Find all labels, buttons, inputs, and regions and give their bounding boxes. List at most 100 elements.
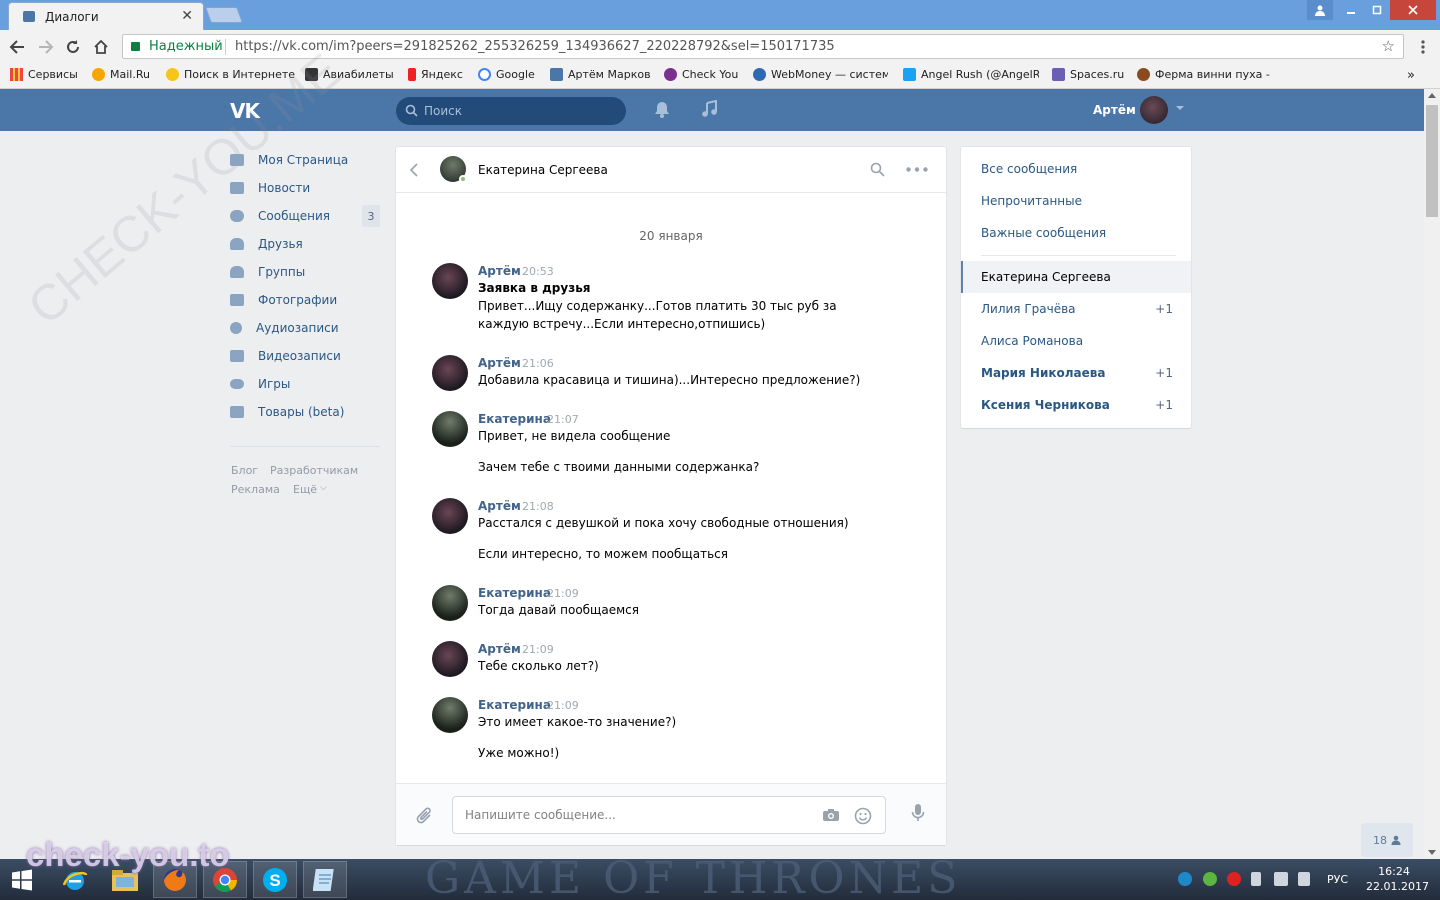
bookmark-twitter[interactable]: Angel Rush (@AngelR <box>903 68 1039 81</box>
sidebar-item-news[interactable]: Новости <box>230 177 380 199</box>
message-author[interactable]: Екатерина <box>478 412 551 426</box>
message-text: Заявка в друзья <box>478 281 591 295</box>
chat-panel: Екатерина Сергеева 20 января Артём 20:53… <box>396 147 946 845</box>
chevron-down-icon[interactable]: ⌵ <box>320 483 327 493</box>
footer-link-ads[interactable]: Реклама <box>231 483 280 496</box>
system-clock[interactable]: 16:24 22.01.2017 <box>1366 864 1429 894</box>
filter-all-messages[interactable]: Все сообщения <box>981 162 1077 176</box>
new-tab-button[interactable] <box>205 7 243 23</box>
sidebar-item-messages[interactable]: Сообщения 3 <box>230 205 380 227</box>
avatar[interactable] <box>1140 96 1168 124</box>
conversation-item[interactable]: Алиса Романова <box>961 325 1191 357</box>
bookmark-spaces[interactable]: Spaces.ru <box>1052 68 1124 81</box>
back-chevron-icon[interactable] <box>410 163 418 177</box>
scroll-up-icon[interactable] <box>1428 93 1436 98</box>
sidebar-item-goods[interactable]: Товары (beta) <box>230 401 380 423</box>
sidebar-item-games[interactable]: Игры <box>230 373 380 395</box>
watermark-corner: check-you.to <box>26 836 230 873</box>
avatar[interactable] <box>432 411 468 447</box>
conversation-item[interactable]: Лилия Грачёва +1 <box>961 293 1191 325</box>
tray-icon-paw[interactable] <box>1227 872 1241 886</box>
user-name[interactable]: Артём <box>1093 103 1136 117</box>
sidebar-item-my-page[interactable]: Моя Страница <box>230 149 380 171</box>
sidebar-item-groups[interactable]: Группы <box>230 261 380 283</box>
forward-icon[interactable] <box>35 36 57 58</box>
message-author[interactable]: Артём <box>478 642 521 656</box>
conversation-item[interactable]: Мария Николаева +1 <box>961 357 1191 389</box>
message-author[interactable]: Артём <box>478 356 521 370</box>
bookmarks-overflow-icon[interactable]: » <box>1407 68 1415 83</box>
bookmark-yandex[interactable]: Яндекс <box>408 68 463 81</box>
camera-icon[interactable] <box>822 808 840 822</box>
search-input[interactable]: Поиск <box>396 97 626 125</box>
tray-icon-security[interactable] <box>1203 872 1217 886</box>
conversation-item-active[interactable]: Екатерина Сергеева <box>961 261 1191 293</box>
unread-count: +1 <box>1155 302 1173 316</box>
chevron-down-icon[interactable] <box>1176 106 1184 110</box>
footer-link-developers[interactable]: Разработчикам <box>270 464 358 477</box>
network-icon[interactable] <box>1274 872 1288 886</box>
maximize-button[interactable] <box>1364 0 1390 20</box>
wallpaper-text: GAME OF THRONES <box>425 853 962 900</box>
message-input[interactable]: Напишите сообщение... <box>452 796 886 834</box>
minimize-button[interactable] <box>1338 0 1364 20</box>
microphone-icon[interactable] <box>911 803 925 823</box>
message-author[interactable]: Артём <box>478 499 521 513</box>
filter-important[interactable]: Важные сообщения <box>981 226 1106 240</box>
message-author[interactable]: Екатерина <box>478 586 551 600</box>
bookmark-mailru[interactable]: Mail.Ru <box>92 68 150 81</box>
filter-unread[interactable]: Непрочитанные <box>981 194 1082 208</box>
avatar[interactable] <box>432 641 468 677</box>
page-scrollbar[interactable] <box>1424 89 1440 859</box>
online-friends-button[interactable]: 18 <box>1361 823 1413 857</box>
search-icon[interactable] <box>870 162 885 177</box>
footer-link-more[interactable]: Ещё <box>293 483 317 496</box>
volume-icon[interactable] <box>1298 872 1310 886</box>
back-icon[interactable] <box>6 36 28 58</box>
conversation-name: Лилия Грачёва <box>981 302 1076 316</box>
tab-close-icon[interactable]: ✕ <box>181 8 193 24</box>
avatar[interactable] <box>432 697 468 733</box>
sidebar-item-friends[interactable]: Друзья <box>230 233 380 255</box>
bookmark-google[interactable]: Google <box>478 68 535 81</box>
more-dots-icon[interactable] <box>906 167 928 172</box>
profile-icon[interactable] <box>1307 0 1333 20</box>
reload-icon[interactable] <box>62 36 84 58</box>
bookmark-artem[interactable]: Артём Марков <box>550 68 651 81</box>
sidebar-item-audio[interactable]: Аудиозаписи <box>230 317 380 339</box>
scroll-thumb[interactable] <box>1426 105 1438 217</box>
footer-link-blog[interactable]: Блог <box>231 464 258 477</box>
message-author[interactable]: Екатерина <box>478 698 551 712</box>
avatar[interactable] <box>432 355 468 391</box>
scroll-down-icon[interactable] <box>1428 850 1436 855</box>
peer-name[interactable]: Екатерина Сергеева <box>478 163 608 177</box>
message-text: Тебе сколько лет?) <box>478 659 599 673</box>
conversation-item[interactable]: Ксения Черникова +1 <box>961 389 1191 421</box>
bell-icon[interactable] <box>654 101 670 118</box>
bookmark-services[interactable]: Сервисы <box>10 68 78 81</box>
sidebar-item-photos[interactable]: Фотографии <box>230 289 380 311</box>
sidebar-item-video[interactable]: Видеозаписи <box>230 345 380 367</box>
bookmark-checkyou[interactable]: Check You <box>664 68 738 81</box>
skype-icon[interactable]: S <box>253 861 297 898</box>
flag-icon[interactable] <box>1251 872 1261 886</box>
music-note-icon[interactable] <box>701 100 717 118</box>
close-window-button[interactable] <box>1390 0 1436 20</box>
avatar[interactable] <box>432 585 468 621</box>
message-author[interactable]: Артём <box>478 264 521 278</box>
notepad-icon[interactable] <box>303 861 347 898</box>
url-text[interactable]: https://vk.com/im?peers=291825262_255326… <box>235 39 835 54</box>
avatar[interactable] <box>432 498 468 534</box>
paperclip-icon[interactable] <box>416 806 434 826</box>
tray-icon-browser[interactable] <box>1178 872 1192 886</box>
bookmark-ferma[interactable]: Ферма винни пуха - <box>1137 68 1272 81</box>
browser-tab-dialogs[interactable]: Диалоги ✕ <box>8 2 204 30</box>
home-icon[interactable] <box>90 36 112 58</box>
language-indicator[interactable]: РУС <box>1327 873 1348 886</box>
browser-menu-icon[interactable] <box>1412 36 1434 58</box>
bookmark-star-icon[interactable]: ☆ <box>1382 37 1395 55</box>
smile-icon[interactable] <box>854 807 872 825</box>
bookmark-webmoney[interactable]: WebMoney — систем <box>753 68 888 81</box>
message-time: 21:08 <box>522 500 554 513</box>
avatar[interactable] <box>432 263 468 299</box>
